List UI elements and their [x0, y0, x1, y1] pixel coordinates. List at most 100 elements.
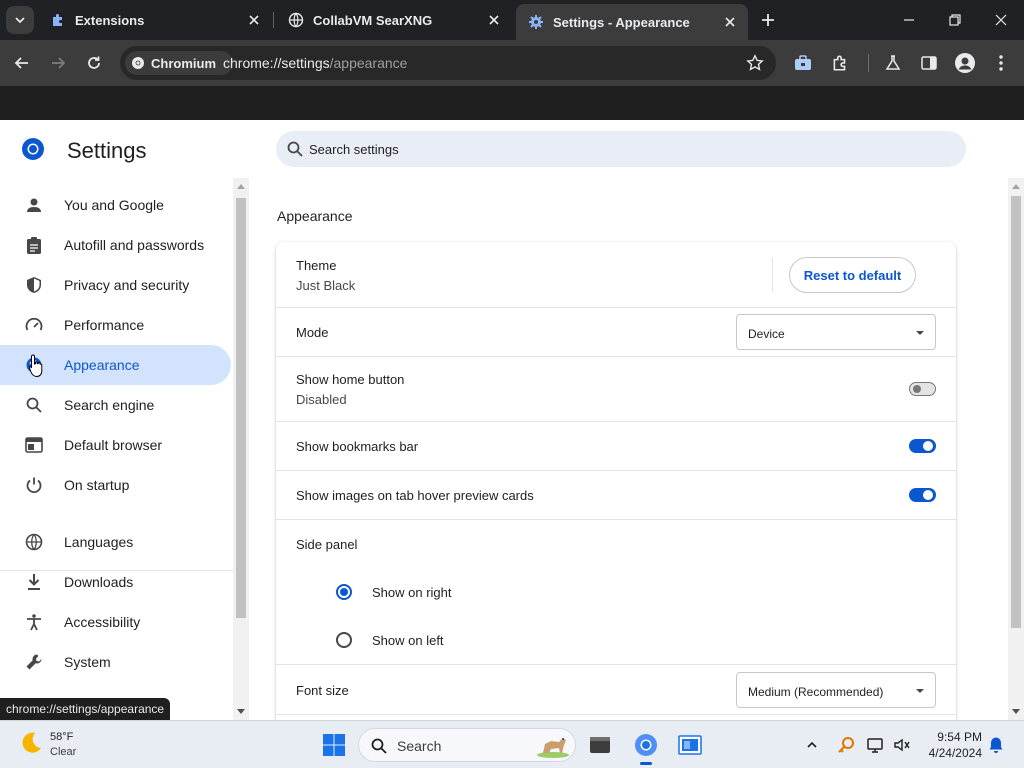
- scroll-up-arrow-icon[interactable]: [1012, 184, 1020, 189]
- side-panel-right-radio[interactable]: [336, 584, 352, 600]
- tab-search-button[interactable]: [6, 6, 34, 34]
- sidebar-item-accessibility[interactable]: Accessibility: [0, 602, 231, 642]
- close-icon[interactable]: [244, 10, 264, 30]
- back-button[interactable]: [8, 49, 36, 77]
- weather-temperature[interactable]: 58°F: [50, 731, 73, 743]
- briefcase-icon[interactable]: [792, 52, 814, 74]
- tray-network-icon[interactable]: [866, 735, 886, 755]
- windows-taskbar: 58°F Clear Search 9:54 PM 4/24/2024: [0, 720, 1024, 768]
- taskbar-search-box[interactable]: Search: [358, 728, 576, 762]
- sidebar-item-downloads[interactable]: Downloads: [0, 562, 231, 602]
- accessibility-icon: [24, 612, 44, 632]
- tray-overflow-chevron-up-icon[interactable]: [802, 735, 822, 755]
- taskbar-search-label: Search: [397, 738, 442, 754]
- restore-button[interactable]: [932, 0, 978, 40]
- arrow-left-icon: [14, 57, 28, 69]
- taskbar-app-chromium[interactable]: [632, 731, 660, 765]
- tab-separator: [273, 12, 274, 28]
- sidebar-item-on-startup[interactable]: On startup: [0, 465, 231, 505]
- bookmark-star-icon[interactable]: [746, 54, 764, 72]
- clock-date[interactable]: 4/24/2024: [924, 746, 982, 760]
- side-panel-icon[interactable]: [918, 52, 940, 74]
- close-icon[interactable]: [484, 10, 504, 30]
- tab-hover-toggle[interactable]: [909, 488, 936, 502]
- tab-extensions[interactable]: Extensions: [38, 0, 272, 40]
- scroll-down-arrow-icon[interactable]: [237, 709, 245, 714]
- sidebar-item-default-browser[interactable]: Default browser: [0, 425, 231, 465]
- extensions-icon[interactable]: [829, 52, 851, 74]
- font-size-row: Font size Medium (Recommended): [276, 664, 956, 714]
- new-tab-button[interactable]: [756, 8, 780, 32]
- globe-icon: [24, 532, 44, 552]
- sidebar-item-you-and-google[interactable]: You and Google: [0, 185, 231, 225]
- clock-time[interactable]: 9:54 PM: [930, 730, 982, 744]
- sidebar-item-system[interactable]: System: [0, 642, 231, 682]
- search-icon: [24, 395, 44, 415]
- toggle-knob: [913, 385, 921, 393]
- reload-button[interactable]: [80, 49, 108, 77]
- side-panel-right-label[interactable]: Show on right: [372, 585, 452, 600]
- sidebar-item-autofill[interactable]: Autofill and passwords: [0, 225, 231, 265]
- windows-start-icon[interactable]: [322, 733, 346, 757]
- sidebar-item-label: Accessibility: [64, 614, 141, 630]
- url-text[interactable]: chrome://settings/appearance: [223, 55, 407, 71]
- scrollbar-thumb[interactable]: [236, 198, 246, 618]
- sidebar-item-search-engine[interactable]: Search engine: [0, 385, 231, 425]
- font-size-select[interactable]: Medium (Recommended): [736, 672, 936, 708]
- scroll-up-arrow-icon[interactable]: [237, 184, 245, 189]
- globe-icon: [288, 12, 304, 28]
- shield-icon: [24, 275, 44, 295]
- search-icon: [371, 738, 387, 754]
- kebab-menu-icon[interactable]: [990, 52, 1012, 74]
- taskbar-app-window[interactable]: [676, 731, 704, 759]
- side-panel-row: Side panel Show on right Show on left: [276, 519, 956, 664]
- sidebar-item-label: Default browser: [64, 437, 163, 453]
- labs-flask-icon[interactable]: [882, 52, 904, 74]
- tab-settings-appearance[interactable]: Settings - Appearance: [516, 4, 748, 40]
- close-window-button[interactable]: [978, 0, 1024, 40]
- tab-collabvm-searxng[interactable]: CollabVM SearXNG: [276, 0, 512, 40]
- sidebar-scrollbar[interactable]: [233, 178, 249, 720]
- security-chip[interactable]: Chromium: [125, 51, 233, 75]
- scrollbar-thumb[interactable]: [1011, 196, 1021, 628]
- search-settings-input[interactable]: Search settings: [276, 131, 966, 167]
- tab-title: Extensions: [75, 12, 145, 28]
- scroll-down-arrow-icon[interactable]: [1012, 709, 1020, 714]
- tray-volume-muted-icon[interactable]: [892, 735, 912, 755]
- main-scrollbar[interactable]: [1008, 178, 1024, 720]
- minimize-button[interactable]: [886, 0, 932, 40]
- sidebar-item-label: Appearance: [64, 357, 140, 373]
- sidebar-item-performance[interactable]: Performance: [0, 305, 231, 345]
- settings-page: Settings Search settings You and Google …: [0, 120, 1024, 720]
- moon-icon[interactable]: [18, 730, 44, 756]
- tray-key-icon[interactable]: [836, 735, 856, 755]
- side-panel-left-radio[interactable]: [336, 632, 352, 648]
- forward-button[interactable]: [44, 49, 72, 77]
- address-bar[interactable]: Chromium chrome://settings/appearance: [120, 46, 776, 80]
- bookmarks-bar-toggle[interactable]: [909, 439, 936, 453]
- tab-hover-row[interactable]: Show images on tab hover preview cards: [276, 470, 956, 519]
- mode-select[interactable]: Device: [736, 314, 936, 350]
- chromium-icon: [635, 734, 657, 756]
- home-button-row[interactable]: Show home button Disabled: [276, 356, 956, 421]
- sidebar-item-languages[interactable]: Languages: [0, 522, 231, 562]
- mode-select-value: Device: [748, 327, 785, 341]
- chrome-logo-icon: [22, 138, 44, 160]
- side-panel-left-label[interactable]: Show on left: [372, 633, 444, 648]
- reset-to-default-button[interactable]: Reset to default: [789, 257, 916, 293]
- sidebar-item-label: Autofill and passwords: [64, 237, 205, 253]
- close-icon[interactable]: [720, 12, 740, 32]
- bookmarks-bar-row[interactable]: Show bookmarks bar: [276, 421, 956, 470]
- reload-icon: [88, 56, 100, 69]
- taskbar-app-terminal[interactable]: [586, 731, 614, 759]
- notification-bell-icon[interactable]: [986, 735, 1006, 755]
- person-icon: [24, 195, 44, 215]
- weather-condition[interactable]: Clear: [50, 746, 76, 758]
- mouse-cursor-icon: [29, 354, 43, 378]
- link-status-tooltip: chrome://settings/appearance: [0, 698, 171, 720]
- theme-row[interactable]: Theme Just Black Reset to default: [276, 242, 956, 307]
- home-button-toggle[interactable]: [909, 382, 936, 396]
- tab-title: Settings - Appearance: [553, 14, 690, 30]
- profile-avatar-icon[interactable]: [954, 52, 976, 74]
- sidebar-item-privacy[interactable]: Privacy and security: [0, 265, 231, 305]
